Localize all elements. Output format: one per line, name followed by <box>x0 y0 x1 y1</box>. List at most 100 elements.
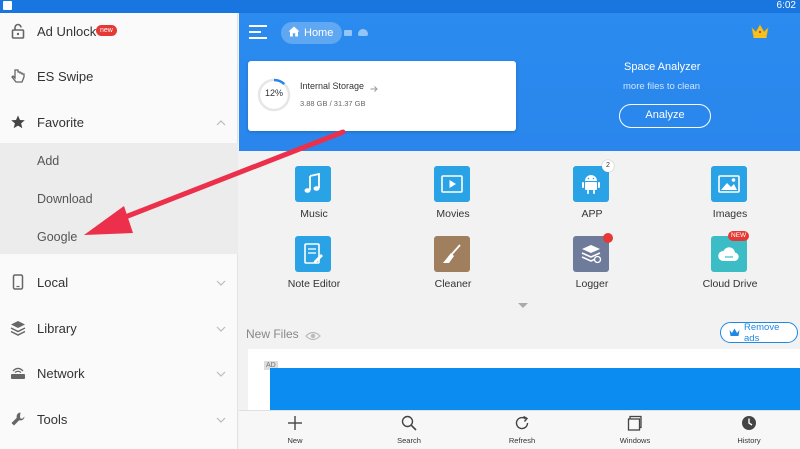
search-icon <box>401 415 417 431</box>
plus-icon <box>287 415 303 431</box>
sidebar-item-network[interactable]: Network <box>0 355 238 391</box>
new-badge: new <box>96 25 117 36</box>
toolbar-refresh-button[interactable]: Refresh <box>492 415 552 449</box>
arrow-right-icon <box>370 80 378 98</box>
storage-usage: 3.88 GB / 31.37 GB <box>300 99 366 108</box>
ad-banner[interactable] <box>270 368 800 412</box>
router-icon <box>10 365 26 381</box>
windows-icon <box>627 415 643 431</box>
toolbar-label: Search <box>397 436 421 445</box>
grid-item-note-editor[interactable]: Note Editor <box>259 236 369 296</box>
sidebar-item-favorite[interactable]: Favorite <box>0 104 238 140</box>
grid-item-app[interactable]: 2 APP <box>537 160 647 226</box>
grid-item-label: Logger <box>575 278 609 290</box>
grid-item-cloud-drive[interactable]: NEW Cloud Drive <box>675 231 785 296</box>
remove-ads-label: Remove ads <box>744 321 780 344</box>
storage-percent: 12% <box>264 88 283 98</box>
wrench-icon <box>10 411 26 427</box>
sidebar-item-ad-unlock[interactable]: Ad Unlock new <box>0 13 238 49</box>
toolbar-label: New <box>287 436 303 445</box>
refresh-icon <box>514 415 530 431</box>
favorite-item-google[interactable]: Google <box>37 230 77 244</box>
crown-icon[interactable] <box>750 23 770 44</box>
toolbar-search-button[interactable]: Search <box>379 415 439 449</box>
grid-item-label: Cleaner <box>434 278 472 290</box>
phone-icon <box>10 274 26 290</box>
breadcrumb-folder-icon[interactable] <box>344 30 352 36</box>
grid-item-logger[interactable]: Logger <box>537 233 647 296</box>
eye-icon[interactable] <box>305 328 321 346</box>
grid-item-label: Note Editor <box>287 278 341 290</box>
header-panel: Home 12% Internal Storage 3.88 GB / 31.3… <box>239 13 800 151</box>
storage-title: Internal Storage <box>300 81 365 91</box>
cloud-icon <box>711 236 747 272</box>
space-analyzer-subtitle: more files to clean <box>623 81 701 92</box>
status-bar: 6:02 <box>0 0 800 13</box>
status-time: 6:02 <box>776 0 796 11</box>
grid-item-label: Images <box>712 208 748 220</box>
toolbar-new-button[interactable]: New <box>265 415 325 449</box>
music-note-icon <box>295 166 331 202</box>
expand-grid-button[interactable] <box>518 303 528 308</box>
broom-icon <box>434 236 470 272</box>
chevron-up-icon <box>216 113 226 131</box>
android-icon <box>573 166 609 202</box>
image-icon <box>711 166 747 202</box>
space-analyzer-title: Space Analyzer <box>624 61 701 73</box>
chevron-down-icon <box>216 273 226 291</box>
new-files-title: New Files <box>246 327 299 341</box>
crown-icon <box>729 324 740 342</box>
grid-item-label: Movies <box>436 208 470 220</box>
clock-icon <box>741 415 757 431</box>
sidebar-item-label: Network <box>37 365 85 381</box>
chevron-down-icon <box>216 410 226 428</box>
hamburger-menu-button[interactable] <box>249 25 267 41</box>
lock-icon <box>10 23 26 39</box>
sidebar-item-label: Ad Unlock <box>37 23 97 39</box>
layers-icon <box>10 320 26 336</box>
chevron-down-icon <box>216 319 226 337</box>
sidebar-item-es-swipe[interactable]: ES Swipe <box>0 58 238 94</box>
play-video-icon <box>434 166 470 202</box>
app-count-badge: 2 <box>602 160 614 172</box>
analyze-button[interactable]: Analyze <box>619 104 711 128</box>
favorite-item-add[interactable]: Add <box>37 154 59 168</box>
grid-item-images[interactable]: Images <box>675 166 785 226</box>
grid-item-label: APP <box>581 208 603 220</box>
home-icon <box>288 24 300 42</box>
star-icon <box>10 114 26 130</box>
breadcrumb-cloud-icon[interactable] <box>358 29 368 36</box>
grid-item-label: Cloud Drive <box>702 278 758 290</box>
new-badge: NEW <box>728 231 750 241</box>
grid-item-cleaner[interactable]: Cleaner <box>398 236 508 296</box>
favorite-submenu: Add Download Google <box>0 143 238 254</box>
sidebar: Ad Unlock new ES Swipe Favorite Add Down… <box>0 13 238 449</box>
sidebar-item-label: ES Swipe <box>37 68 94 84</box>
sidebar-item-label: Favorite <box>37 114 84 130</box>
grid-item-label: Music <box>300 208 328 220</box>
toolbar-label: History <box>737 436 761 445</box>
sidebar-item-local[interactable]: Local <box>0 264 238 300</box>
favorite-item-download[interactable]: Download <box>37 192 93 206</box>
home-label: Home <box>304 27 334 39</box>
toolbar-label: Refresh <box>508 436 536 445</box>
swipe-hand-icon <box>10 68 26 84</box>
home-breadcrumb[interactable]: Home <box>281 22 343 44</box>
internal-storage-card[interactable]: 12% Internal Storage 3.88 GB / 31.37 GB <box>248 61 516 131</box>
note-edit-icon <box>295 236 331 272</box>
sidebar-item-label: Tools <box>37 411 68 427</box>
chevron-down-icon <box>216 364 226 382</box>
grid-item-movies[interactable]: Movies <box>398 166 508 226</box>
sidebar-item-label: Library <box>37 320 77 336</box>
logger-notification-dot <box>603 233 613 243</box>
sidebar-item-library[interactable]: Library <box>0 310 238 346</box>
toolbar-history-button[interactable]: History <box>719 415 779 449</box>
toolbar-windows-button[interactable]: Windows <box>605 415 665 449</box>
grid-item-music[interactable]: Music <box>259 166 369 226</box>
toolbar-label: Windows <box>619 436 651 445</box>
sidebar-item-tools[interactable]: Tools <box>0 401 238 437</box>
sidebar-item-label: Local <box>37 274 69 290</box>
remove-ads-button[interactable]: Remove ads <box>720 321 798 344</box>
storage-usage-ring: 12% <box>256 77 292 113</box>
notification-icon <box>3 1 12 10</box>
